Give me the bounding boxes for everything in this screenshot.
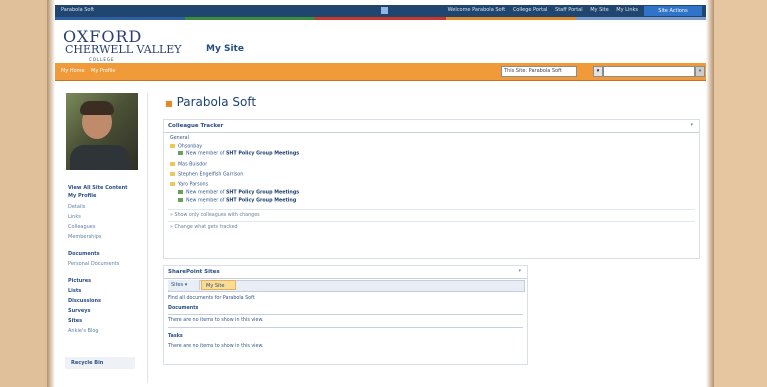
left-navigation: View All Site Content My Profile Details… <box>63 93 148 383</box>
divider <box>168 209 695 210</box>
colleague-item[interactable]: Ohsonbay <box>170 144 202 150</box>
site-name[interactable]: Parabola Soft <box>61 7 94 13</box>
tab-my-home[interactable]: My Home <box>61 68 85 74</box>
colleague-activity: New member of SHT Policy Group Meeting <box>178 198 296 204</box>
show-only-changes-text[interactable]: Show only colleagues with changes <box>174 213 259 218</box>
welcome-menu[interactable]: Welcome Parabola Soft <box>448 7 506 13</box>
page-title: ■ Parabola Soft <box>165 95 256 109</box>
personal-documents-link[interactable]: Personal Documents <box>68 261 119 267</box>
tasks-empty-text: There are no items to show in this view. <box>168 344 264 349</box>
colleague-name[interactable]: Stephen Engelfish Garrison <box>178 173 243 178</box>
sharepoint-sites-title[interactable]: SharePoint Sites <box>168 269 220 275</box>
profile-memberships-link[interactable]: Memberships <box>68 234 102 240</box>
staff-portal-link[interactable]: Staff Portal <box>555 7 583 13</box>
my-site-link[interactable]: My Site <box>590 7 608 13</box>
college-logo-line2: CHERWELL VALLEY <box>65 43 182 56</box>
recycle-bin-link[interactable]: Recycle Bin <box>65 357 135 369</box>
page-title-text: Parabola Soft <box>176 95 257 109</box>
activity-text: New member of <box>186 151 226 157</box>
scope-dropdown-icon[interactable]: ▾ <box>593 66 603 77</box>
group-link[interactable]: SHT Policy Group Meetings <box>226 152 299 157</box>
lists-heading[interactable]: Lists <box>68 288 81 294</box>
group-icon <box>178 151 183 155</box>
global-top-bar: Parabola Soft Welcome Parabola Soft Coll… <box>55 5 706 17</box>
window-shadow-right <box>706 0 714 387</box>
person-icon <box>170 182 175 186</box>
tab-my-site[interactable]: My Site <box>201 280 236 290</box>
webpart-menu-icon[interactable]: ▾ <box>518 268 521 274</box>
activity-text: New member of <box>186 198 226 204</box>
group-general-label: General <box>170 136 189 141</box>
desktop-background-left <box>0 0 47 387</box>
my-profile-heading[interactable]: My Profile <box>68 193 96 199</box>
surveys-heading[interactable]: Surveys <box>68 308 91 314</box>
colleague-item[interactable]: Mas Buisdor <box>170 162 207 168</box>
divider <box>168 221 695 222</box>
tab-my-profile[interactable]: My Profile <box>91 68 115 74</box>
global-links: Welcome Parabola Soft College Portal Sta… <box>442 7 638 13</box>
change-tracked-text[interactable]: Change what gets tracked <box>174 225 237 230</box>
discussions-heading[interactable]: Discussions <box>68 298 101 304</box>
title-bullet-icon: ■ <box>165 99 173 108</box>
view-all-content-link[interactable]: View All Site Content <box>68 185 128 191</box>
site-title[interactable]: My Site <box>206 44 244 54</box>
colleague-tracker-webpart: Colleague Tracker ▾ General Ohsonbay New… <box>163 119 700 259</box>
colleague-item[interactable]: Yaro Parsons <box>170 182 208 188</box>
webpart-header: SharePoint Sites ▾ <box>164 266 527 279</box>
desktop-background-right <box>712 0 767 387</box>
profile-links-link[interactable]: Links <box>68 214 81 220</box>
blog-site-link[interactable]: Ankie's Blog <box>68 328 99 334</box>
search-scope-select[interactable]: This Site: Parabola Soft <box>501 66 577 77</box>
colleague-activity: New member of SHT Policy Group Meetings <box>178 151 299 157</box>
documents-heading[interactable]: Documents <box>68 251 100 257</box>
my-links-menu[interactable]: My Links <box>616 7 638 13</box>
site-header: OXFORD CHERWELL VALLEY COLLEGE My Site <box>55 20 706 65</box>
colleague-item[interactable]: Stephen Engelfish Garrison <box>170 172 243 178</box>
search-go-button[interactable]: » <box>695 66 705 77</box>
tasks-section-heading[interactable]: Tasks <box>168 334 183 339</box>
colleague-name[interactable]: Yaro Parsons <box>178 183 208 188</box>
sharepoint-sites-webpart: SharePoint Sites ▾ Sites ▾ My Site Find … <box>163 265 528 365</box>
sharepoint-page: Parabola Soft Welcome Parabola Soft Coll… <box>55 5 707 387</box>
tab-sites[interactable]: Sites ▾ <box>168 280 200 290</box>
change-tracked-link[interactable]: » Change what gets tracked <box>170 225 238 230</box>
college-portal-link[interactable]: College Portal <box>513 7 548 13</box>
activity-text: New member of <box>186 190 226 196</box>
profile-photo <box>66 93 138 170</box>
colleague-tracker-title[interactable]: Colleague Tracker <box>168 123 223 129</box>
college-logo-line3: COLLEGE <box>89 57 115 62</box>
group-icon <box>178 190 183 194</box>
profile-colleagues-link[interactable]: Colleagues <box>68 224 96 230</box>
search-input[interactable] <box>603 66 695 77</box>
person-icon <box>170 144 175 148</box>
show-only-changes-link[interactable]: » Show only colleagues with changes <box>170 213 260 218</box>
sites-heading[interactable]: Sites <box>68 318 82 324</box>
user-icon <box>381 7 388 14</box>
group-icon <box>178 198 183 202</box>
find-documents-text: Find all documents for Parabola Soft <box>168 296 255 301</box>
group-link[interactable]: SHT Policy Group Meetings <box>226 191 299 196</box>
webpart-header: Colleague Tracker ▾ <box>164 120 699 133</box>
person-icon <box>170 162 175 166</box>
colleague-name[interactable]: Ohsonbay <box>178 145 202 150</box>
divider <box>168 314 523 315</box>
window-shadow-left <box>47 0 55 387</box>
group-link[interactable]: SHT Policy Group Meeting <box>226 199 296 204</box>
documents-section-heading[interactable]: Documents <box>168 306 198 311</box>
site-actions-button[interactable]: Site Actions <box>644 6 702 16</box>
colleague-name[interactable]: Mas Buisdor <box>178 163 207 168</box>
colleague-activity: New member of SHT Policy Group Meetings <box>178 190 299 196</box>
person-icon <box>170 172 175 176</box>
profile-details-link[interactable]: Details <box>68 204 85 210</box>
documents-empty-text: There are no items to show in this view. <box>168 318 264 323</box>
webpart-menu-icon[interactable]: ▾ <box>690 122 693 128</box>
pictures-heading[interactable]: Pictures <box>68 278 91 284</box>
divider <box>168 327 523 328</box>
